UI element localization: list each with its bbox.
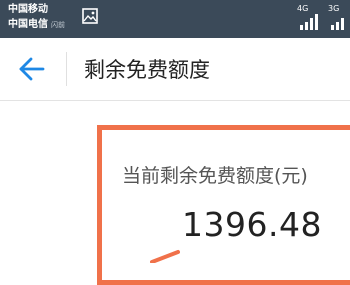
header-divider — [66, 52, 67, 86]
page-title: 剩余免费额度 — [84, 58, 210, 82]
carrier-info: 中国移动 中国电信 闪前 — [8, 2, 65, 33]
page-header: 剩余免费额度 — [0, 38, 350, 101]
annotation-arrow — [150, 250, 180, 263]
balance-section: 当前剩余免费额度(元) 1396.48 — [0, 101, 350, 285]
signal-bars-icon — [331, 18, 344, 30]
balance-value: 1396.48 — [182, 205, 322, 244]
status-bar: 中国移动 中国电信 闪前 4G 3G — [0, 0, 350, 38]
balance-label: 当前剩余免费额度(元) — [122, 165, 308, 187]
image-icon — [82, 8, 98, 24]
carrier-secondary-row: 中国电信 闪前 — [8, 17, 65, 33]
carrier-secondary: 中国电信 — [8, 19, 48, 30]
carrier-primary: 中国移动 — [8, 4, 48, 15]
carrier-secondary-tag: 闪前 — [51, 21, 65, 29]
back-arrow-icon[interactable] — [18, 55, 48, 83]
signal-bars-icon — [300, 14, 318, 30]
